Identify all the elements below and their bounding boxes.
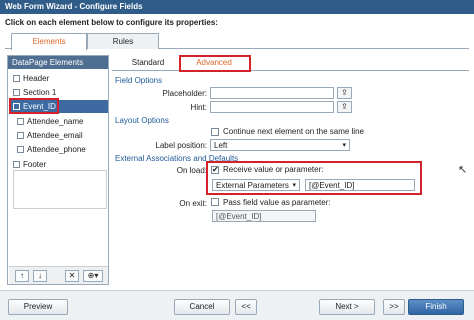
- move-down-button[interactable]: ↓: [33, 270, 47, 282]
- on-load-label: On load:: [176, 166, 207, 175]
- hint-label: Hint:: [190, 103, 207, 112]
- footer-container: [13, 170, 107, 209]
- elements-panel-header: DataPage Elements: [8, 56, 108, 69]
- label-position-label: Label position:: [155, 141, 207, 150]
- element-attendee-phone[interactable]: Attendee_phone: [9, 143, 108, 156]
- tab-rules[interactable]: Rules: [87, 33, 159, 49]
- section-icon: [13, 161, 20, 168]
- tab-standard[interactable]: Standard: [120, 55, 176, 71]
- preview-button[interactable]: Preview: [8, 299, 68, 315]
- highlight-on-load: [206, 161, 422, 195]
- placeholder-insert-icon[interactable]: ⇪: [337, 87, 352, 99]
- mouse-cursor-icon: ↖: [458, 164, 468, 176]
- on-exit-label: On exit:: [179, 199, 207, 208]
- first-step-button[interactable]: <<: [235, 299, 257, 315]
- element-attendee-name[interactable]: Attendee_name: [9, 115, 108, 128]
- field-icon: [17, 118, 24, 125]
- delete-button[interactable]: ✕: [65, 270, 79, 282]
- dataPage-elements-panel: DataPage Elements Header Section 1 Event…: [7, 55, 109, 285]
- label-position-select[interactable]: Left ▾: [210, 139, 350, 151]
- finish-button[interactable]: Finish: [408, 299, 464, 315]
- highlight-advanced-tab: [179, 55, 251, 72]
- next-button[interactable]: Next >: [319, 299, 375, 315]
- section-icon: [13, 89, 20, 96]
- continue-same-line-label: Continue next element on the same line: [223, 127, 364, 136]
- placeholder-input[interactable]: [210, 87, 334, 99]
- highlight-event-id: [9, 98, 59, 114]
- field-icon: [17, 146, 24, 153]
- hint-input[interactable]: [210, 101, 334, 113]
- elements-toolbar: ↑ ↓ ✕ ⊕▾: [9, 266, 108, 284]
- window-title: Web Form Wizard - Configure Fields: [0, 0, 474, 14]
- main-tabs: Elements Rules: [5, 33, 469, 50]
- pass-value-checkbox[interactable]: [211, 198, 219, 206]
- pass-value-input[interactable]: [@Event_ID]: [212, 210, 316, 222]
- field-options-heading: Field Options: [115, 76, 163, 85]
- add-element-button[interactable]: ⊕▾: [83, 270, 103, 282]
- sub-tabs: Standard Advanced: [112, 55, 469, 71]
- placeholder-label: Placeholder:: [162, 89, 207, 98]
- layout-options-heading: Layout Options: [115, 116, 169, 125]
- chevron-down-icon: ▾: [342, 142, 346, 149]
- tab-elements[interactable]: Elements: [11, 33, 87, 50]
- section-icon: [13, 75, 20, 82]
- move-up-button[interactable]: ↑: [15, 270, 29, 282]
- cancel-button[interactable]: Cancel: [174, 299, 230, 315]
- instructions-text: Click on each element below to configure…: [5, 18, 218, 27]
- last-step-button[interactable]: >>: [383, 299, 405, 315]
- element-header[interactable]: Header: [9, 72, 108, 85]
- pass-value-label: Pass field value as parameter:: [223, 198, 331, 207]
- continue-same-line-checkbox[interactable]: [211, 128, 219, 136]
- wizard-footer: Preview Cancel << Next > >> Finish: [0, 290, 474, 320]
- properties-panel: Standard Advanced Field Options Placehol…: [112, 55, 469, 285]
- element-attendee-email[interactable]: Attendee_email: [9, 129, 108, 142]
- hint-insert-icon[interactable]: ⇪: [337, 101, 352, 113]
- field-icon: [17, 132, 24, 139]
